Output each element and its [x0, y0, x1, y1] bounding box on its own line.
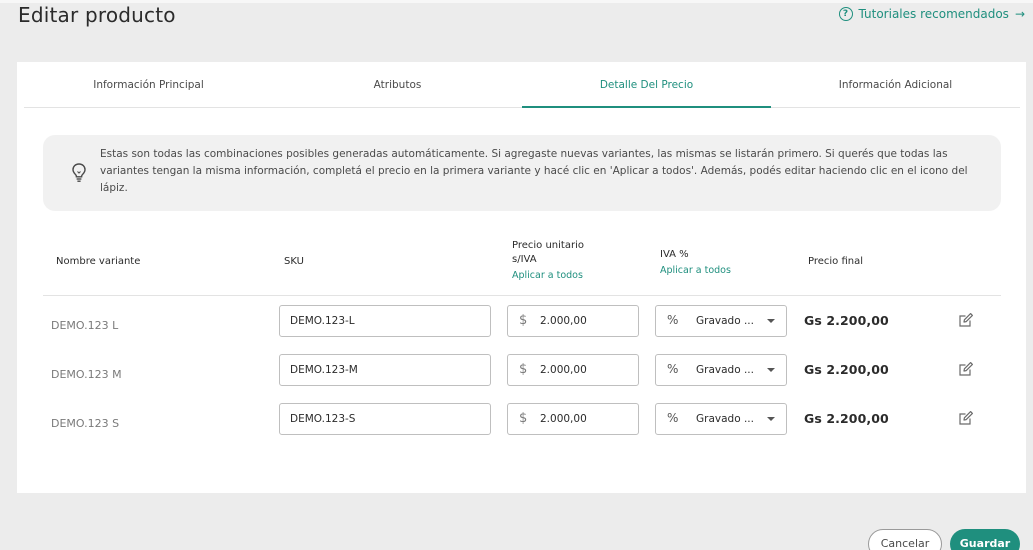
dollar-icon: $ [519, 411, 528, 426]
price-value: 2.000,00 [540, 413, 587, 425]
iva-value: Gravado ... [696, 413, 754, 425]
lightbulb-icon [72, 163, 86, 182]
tutorials-label: Tutoriales recomendados [858, 7, 1009, 21]
percent-icon: % [667, 411, 679, 425]
variant-name: DEMO.123 L [51, 319, 119, 332]
chevron-down-icon [767, 368, 775, 372]
tab-atributos[interactable]: Atributos [273, 62, 522, 107]
header-nombre-variante: Nombre variante [56, 256, 141, 267]
price-input[interactable]: $ 2.000,00 [507, 305, 639, 337]
table-row: DEMO.123 L $ 2.000,00 % Gravado ... Gs 2… [43, 305, 1001, 349]
chevron-down-icon [767, 417, 775, 421]
help-icon: ? [838, 7, 853, 21]
header-precio-final: Precio final [808, 256, 864, 267]
cancel-button[interactable]: Cancelar [868, 529, 942, 550]
apply-all-iva-link[interactable]: Aplicar a todos [660, 264, 731, 278]
pencil-icon[interactable] [958, 361, 974, 377]
tutorials-link[interactable]: ? Tutoriales recomendados → [838, 7, 1025, 21]
final-price: Gs 2.200,00 [804, 362, 889, 377]
percent-icon: % [667, 313, 679, 327]
page-title: Editar producto [18, 3, 176, 27]
chevron-down-icon [767, 319, 775, 323]
save-button[interactable]: Guardar [950, 529, 1020, 550]
header-precio-line2: s/IVA [512, 254, 537, 265]
product-card: Información Principal Atributos Detalle … [17, 62, 1026, 493]
table-header: Nombre variante SKU Precio unitario s/IV… [43, 232, 1001, 296]
final-price: Gs 2.200,00 [804, 313, 889, 328]
header-sku: SKU [284, 256, 304, 267]
header-iva-label: IVA % [660, 249, 689, 260]
pencil-icon[interactable] [958, 312, 974, 328]
header-iva: IVA % Aplicar a todos [660, 248, 731, 278]
tab-detalle-del-precio[interactable]: Detalle Del Precio [522, 62, 771, 108]
arrow-right-icon: → [1014, 7, 1025, 21]
iva-value: Gravado ... [696, 315, 754, 327]
table-row: DEMO.123 M $ 2.000,00 % Gravado ... Gs 2… [43, 354, 1001, 398]
table-row: DEMO.123 S $ 2.000,00 % Gravado ... Gs 2… [43, 403, 1001, 447]
iva-value: Gravado ... [696, 364, 754, 376]
variant-name: DEMO.123 M [51, 368, 122, 381]
final-price: Gs 2.200,00 [804, 411, 889, 426]
dollar-icon: $ [519, 362, 528, 377]
tab-bar: Información Principal Atributos Detalle … [24, 62, 1020, 108]
tab-informacion-principal[interactable]: Información Principal [24, 62, 273, 107]
apply-all-price-link[interactable]: Aplicar a todos [512, 269, 584, 283]
price-value: 2.000,00 [540, 364, 587, 376]
sku-input[interactable] [279, 305, 491, 337]
iva-select[interactable]: % Gravado ... [655, 354, 787, 386]
iva-select[interactable]: % Gravado ... [655, 305, 787, 337]
dollar-icon: $ [519, 313, 528, 328]
price-value: 2.000,00 [540, 315, 587, 327]
header-precio-line1: Precio unitario [512, 240, 584, 251]
sku-input[interactable] [279, 354, 491, 386]
header-precio-unitario: Precio unitario s/IVA Aplicar a todos [512, 239, 584, 283]
iva-select[interactable]: % Gravado ... [655, 403, 787, 435]
info-banner: Estas son todas las combinaciones posibl… [43, 135, 1001, 211]
price-input[interactable]: $ 2.000,00 [507, 403, 639, 435]
variant-name: DEMO.123 S [51, 417, 120, 430]
tab-informacion-adicional[interactable]: Información Adicional [771, 62, 1020, 107]
info-text: Estas son todas las combinaciones posibl… [100, 148, 968, 194]
percent-icon: % [667, 362, 679, 376]
price-input[interactable]: $ 2.000,00 [507, 354, 639, 386]
sku-input[interactable] [279, 403, 491, 435]
pencil-icon[interactable] [958, 410, 974, 426]
